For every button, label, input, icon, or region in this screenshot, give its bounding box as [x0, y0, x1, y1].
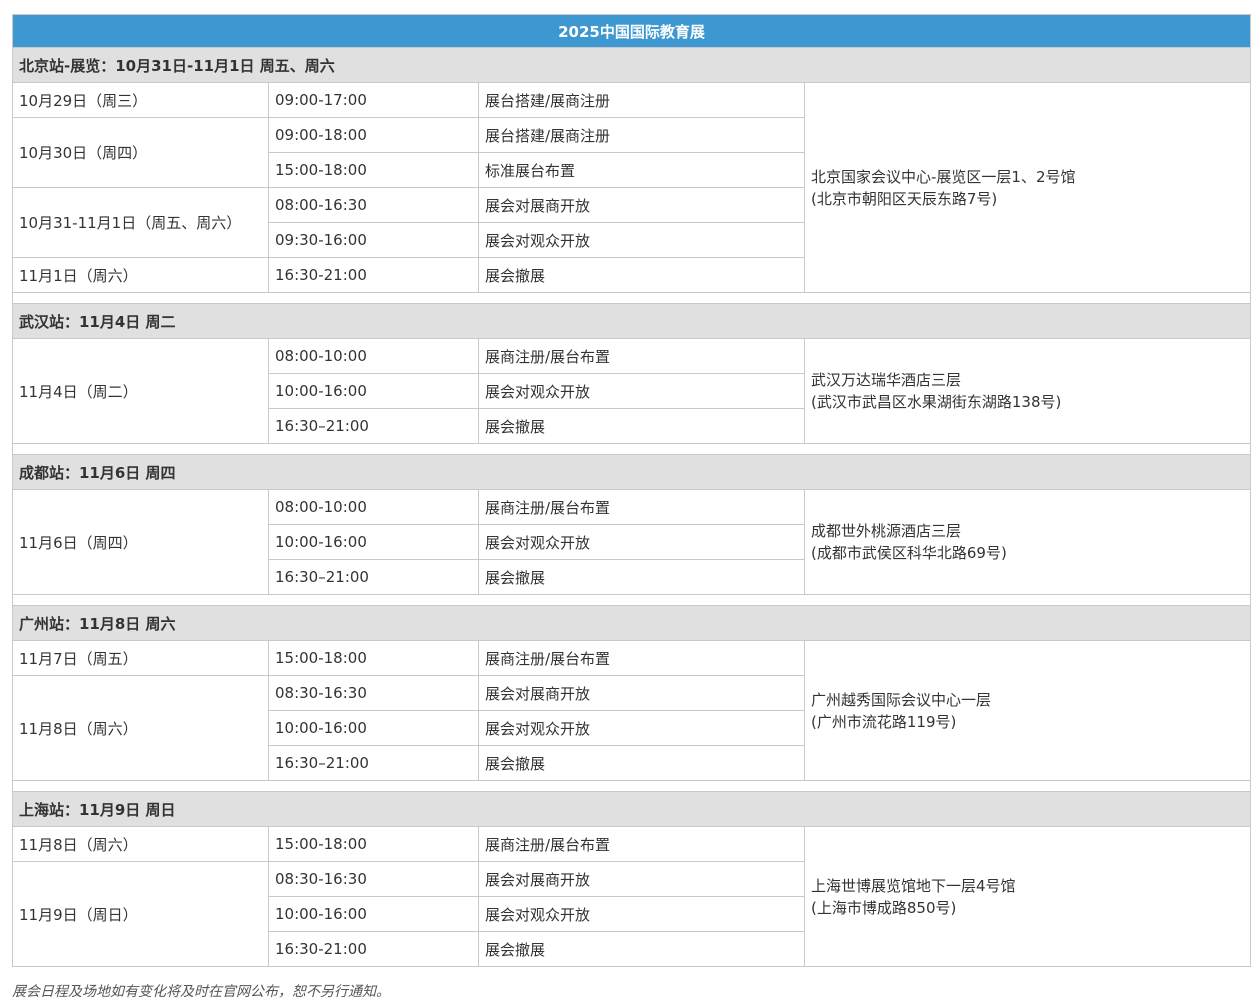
activity-cell: 展会对展商开放: [478, 675, 805, 711]
date-cell: 11月8日（周六）: [12, 826, 269, 862]
spacer-cell: [12, 594, 1251, 606]
time-cell: 09:30-16:00: [268, 222, 479, 258]
time-cell: 10:00-16:00: [268, 896, 479, 932]
date-cell: 10月30日（周四）: [12, 117, 269, 188]
schedule-row: 11月7日（周五） 15:00-18:00 展商注册/展台布置 广州越秀国际会议中心一…: [12, 640, 1251, 781]
activity-cell: 展商注册/展台布置: [478, 640, 805, 676]
activity-cell: 展会对展商开放: [478, 861, 805, 897]
spacer-cell: [12, 780, 1251, 792]
venue-cell: 成都世外桃源酒店三层 (成都市武侯区科华北路69号): [804, 489, 1251, 595]
time-cell: 16:30–21:00: [268, 408, 479, 444]
activity-cell: 展会对观众开放: [478, 896, 805, 932]
venue-cell: 北京国家会议中心-展览区一层1、2号馆 (北京市朝阳区天辰东路7号): [804, 82, 1251, 293]
station-header-row: 上海站：11月9日 周日: [12, 791, 1251, 827]
table-title: 2025中国国际教育展: [12, 14, 1251, 48]
venue-name: 广州越秀国际会议中心一层: [811, 690, 992, 709]
venue-address: (广州市流花路119号): [811, 712, 957, 731]
activity-cell: 展台搭建/展商注册: [478, 82, 805, 118]
time-cell: 16:30-21:00: [268, 257, 479, 293]
date-cell: 11月4日（周二）: [12, 338, 269, 444]
time-cell: 15:00-18:00: [268, 826, 479, 862]
date-cell: 11月1日（周六）: [12, 257, 269, 293]
section-spacer: [12, 594, 1251, 606]
activity-cell: 展会对观众开放: [478, 710, 805, 746]
station-header-row: 广州站：11月8日 周六: [12, 605, 1251, 641]
date-cell: 11月8日（周六）: [12, 675, 269, 781]
time-cell: 10:00-16:00: [268, 524, 479, 560]
schedule-row: 10月29日（周三） 09:00-17:00 展台搭建/展商注册 北京国家会议中心-展…: [12, 82, 1251, 293]
station-header-row: 成都站：11月6日 周四: [12, 454, 1251, 490]
activity-cell: 标准展台布置: [478, 152, 805, 188]
venue-name: 成都世外桃源酒店三层: [811, 522, 962, 540]
time-cell: 08:00-10:00: [268, 489, 479, 525]
venue-address: (北京市朝阳区天辰东路7号): [811, 189, 998, 208]
activity-cell: 展会对展商开放: [478, 187, 805, 223]
venue-name: 武汉万达瑞华酒店三层: [811, 371, 962, 389]
schedule-row: 11月4日（周二） 08:00-10:00 展商注册/展台布置 武汉万达瑞华酒店三层 (…: [12, 338, 1251, 444]
venue-address: (成都市武侯区科华北路69号): [811, 544, 1007, 562]
activity-cell: 展会撤展: [478, 257, 805, 293]
time-cell: 09:00-17:00: [268, 82, 479, 118]
time-cell: 10:00-16:00: [268, 710, 479, 746]
station-heading: 北京站-展览：10月31日-11月1日 周五、周六: [12, 47, 1251, 83]
time-cell: 16:30–21:00: [268, 559, 479, 595]
activity-cell: 展会撤展: [478, 745, 805, 781]
venue-cell: 武汉万达瑞华酒店三层 (武汉市武昌区水果湖街东湖路138号): [804, 338, 1251, 444]
time-cell: 10:00-16:00: [268, 373, 479, 409]
time-cell: 08:00-10:00: [268, 338, 479, 374]
time-cell: 09:00-18:00: [268, 117, 479, 153]
time-cell: 08:30-16:30: [268, 675, 479, 711]
section-spacer: [12, 780, 1251, 792]
date-cell: 11月9日（周日）: [12, 861, 269, 967]
title-row: 2025中国国际教育展: [12, 14, 1251, 48]
activity-cell: 展商注册/展台布置: [478, 338, 805, 374]
station-header-row: 武汉站：11月4日 周二: [12, 303, 1251, 339]
time-cell: 16:30–21:00: [268, 745, 479, 781]
section-spacer: [12, 443, 1251, 455]
venue-address: (武汉市武昌区水果湖街东湖路138号): [811, 393, 1062, 411]
station-heading: 武汉站：11月4日 周二: [12, 303, 1251, 339]
activity-cell: 展会撤展: [478, 559, 805, 595]
station-heading: 广州站：11月8日 周六: [12, 605, 1251, 641]
station-heading: 上海站：11月9日 周日: [12, 791, 1251, 827]
time-cell: 08:00-16:30: [268, 187, 479, 223]
date-cell: 10月29日（周三）: [12, 82, 269, 118]
activity-cell: 展会撤展: [478, 931, 805, 967]
date-cell: 11月7日（周五）: [12, 640, 269, 676]
time-cell: 16:30-21:00: [268, 931, 479, 967]
activity-cell: 展台搭建/展商注册: [478, 117, 805, 153]
schedule-row: 11月6日（周四） 08:00-10:00 展商注册/展台布置 成都世外桃源酒店三层 (…: [12, 489, 1251, 595]
schedule-table: 2025中国国际教育展 北京站-展览：10月31日-11月1日 周五、周六 10月…: [12, 14, 1251, 967]
station-heading: 成都站：11月6日 周四: [12, 454, 1251, 490]
spacer-cell: [12, 292, 1251, 304]
activity-cell: 展会撤展: [478, 408, 805, 444]
venue-cell: 上海世博展览馆地下一层4号馆 (上海市博成路850号): [804, 826, 1251, 967]
time-cell: 15:00-18:00: [268, 152, 479, 188]
footnote: 展会日程及场地如有变化将及时在官网公布，恕不另行通知。: [12, 984, 390, 1000]
venue-cell: 广州越秀国际会议中心一层 (广州市流花路119号): [804, 640, 1251, 781]
activity-cell: 展会对观众开放: [478, 524, 805, 560]
station-header-row: 北京站-展览：10月31日-11月1日 周五、周六: [12, 47, 1251, 83]
section-spacer: [12, 292, 1251, 304]
time-cell: 08:30-16:30: [268, 861, 479, 897]
schedule-row: 11月8日（周六） 15:00-18:00 展商注册/展台布置 上海世博展览馆地下一层…: [12, 826, 1251, 967]
venue-address: (上海市博成路850号): [811, 898, 957, 917]
venue-name: 北京国家会议中心-展览区一层1、2号馆: [811, 167, 1076, 186]
time-cell: 15:00-18:00: [268, 640, 479, 676]
activity-cell: 展会对观众开放: [478, 222, 805, 258]
date-cell: 11月6日（周四）: [12, 489, 269, 595]
date-cell: 10月31-11月1日（周五、周六）: [12, 187, 269, 258]
schedule-body: 2025中国国际教育展 北京站-展览：10月31日-11月1日 周五、周六 10月…: [12, 14, 1251, 967]
activity-cell: 展商注册/展台布置: [478, 489, 805, 525]
activity-cell: 展商注册/展台布置: [478, 826, 805, 862]
spacer-cell: [12, 443, 1251, 455]
venue-name: 上海世博展览馆地下一层4号馆: [811, 876, 1016, 895]
activity-cell: 展会对观众开放: [478, 373, 805, 409]
